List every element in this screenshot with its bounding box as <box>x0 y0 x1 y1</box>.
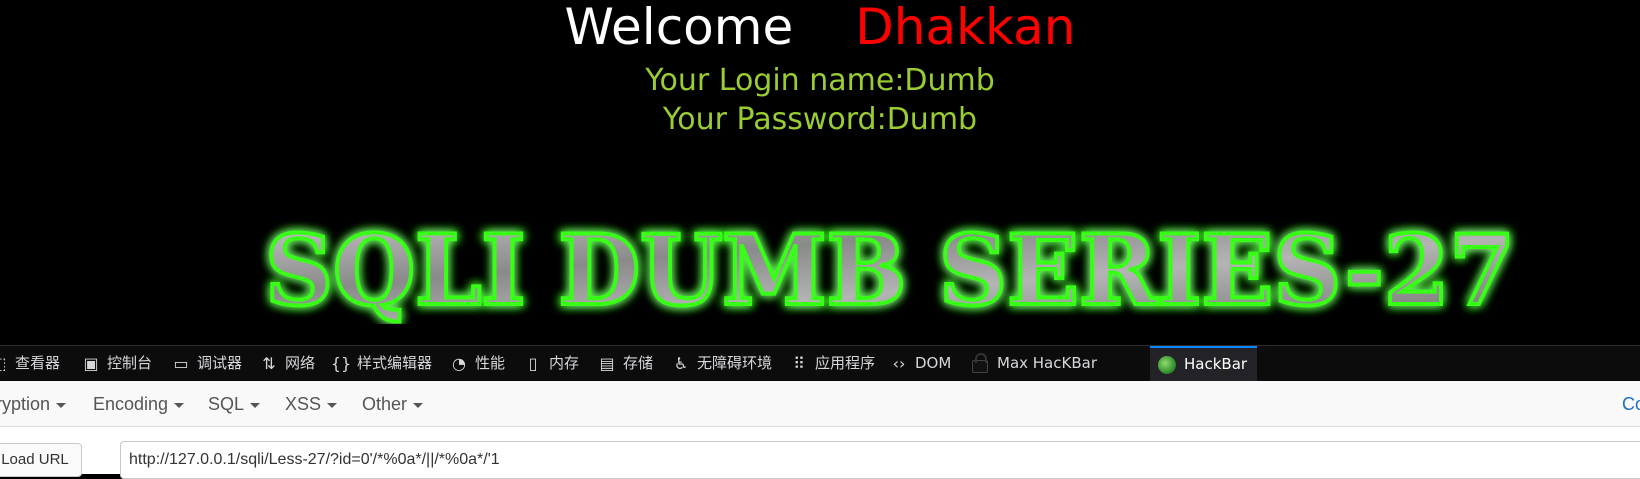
welcome-heading: Welcome Dhakkan <box>0 0 1640 56</box>
hackbar-logo-icon <box>1158 355 1176 374</box>
caret-down-icon <box>327 402 338 408</box>
url-row: Load URL http://127.0.0.1/sqli/Less-27/?… <box>0 427 1640 479</box>
menu-right-link[interactable]: Co <box>1622 381 1640 427</box>
tab-inspector[interactable]: ⬚ 查看器 <box>0 346 60 381</box>
tab-max-hackbar[interactable]: Max HacKBar <box>968 346 1097 381</box>
password-text: Your Password:Dumb <box>662 102 978 137</box>
style-editor-icon: {} <box>330 354 352 373</box>
login-name-text: Your Login name:Dumb <box>645 63 995 98</box>
debugger-icon: ▭ <box>173 354 189 373</box>
network-icon: ⇅ <box>262 354 276 373</box>
web-page-content: Welcome Dhakkan Your Login name:Dumb Your… <box>0 0 1640 345</box>
tab-console[interactable]: ▣ 控制台 <box>80 346 152 381</box>
dom-icon: ‹› <box>892 354 906 373</box>
menu-xss[interactable]: XSS <box>285 381 338 427</box>
menu-sql[interactable]: SQL <box>208 381 261 427</box>
storage-icon: ▤ <box>599 354 615 373</box>
memory-icon: ▯ <box>528 354 538 373</box>
welcome-username: Dhakkan <box>855 0 1076 56</box>
devtools-toolbar: ⬚ 查看器 ▣ 控制台 ▭ 调试器 ⇅ 网络 {} 样式编辑器 ◔ 性能 ▯ 内… <box>0 345 1640 381</box>
inspector-icon: ⬚ <box>0 346 10 381</box>
tab-accessibility[interactable]: ♿ 无障碍环境 <box>670 346 772 381</box>
tab-debugger[interactable]: ▭ 调试器 <box>170 346 242 381</box>
performance-icon: ◔ <box>452 354 466 373</box>
menu-encryption[interactable]: ryption <box>0 381 67 427</box>
tab-dom[interactable]: ‹› DOM <box>888 346 952 381</box>
hackbar-menu-bar: ryption Encoding SQL XSS Other Co <box>0 381 1640 427</box>
console-icon: ▣ <box>83 354 99 373</box>
tab-application[interactable]: ⠿ 应用程序 <box>788 346 875 381</box>
tab-hackbar[interactable]: HackBar <box>1150 346 1258 381</box>
lock-icon <box>972 352 988 373</box>
tab-performance[interactable]: ◔ 性能 <box>448 346 505 381</box>
caret-down-icon <box>174 402 185 408</box>
menu-encoding[interactable]: Encoding <box>93 381 185 427</box>
series-banner-image: SQLI DUMB SERIES-27 <box>225 212 1555 324</box>
url-input[interactable]: http://127.0.0.1/sqli/Less-27/?id=0'/*%0… <box>120 441 1640 479</box>
tab-network[interactable]: ⇅ 网络 <box>258 346 315 381</box>
menu-other[interactable]: Other <box>362 381 424 427</box>
application-icon: ⠿ <box>793 354 805 373</box>
caret-down-icon <box>56 402 67 408</box>
banner-text: SQLI DUMB SERIES-27 <box>265 214 1515 324</box>
caret-down-icon <box>413 402 424 408</box>
tab-memory[interactable]: ▯ 内存 <box>522 346 579 381</box>
welcome-word: Welcome <box>564 0 794 56</box>
tab-storage[interactable]: ▤ 存储 <box>596 346 653 381</box>
load-url-button[interactable]: Load URL <box>0 443 82 477</box>
tab-style-editor[interactable]: {} 样式编辑器 <box>330 346 432 381</box>
accessibility-icon: ♿ <box>673 354 689 373</box>
caret-down-icon <box>250 402 261 408</box>
